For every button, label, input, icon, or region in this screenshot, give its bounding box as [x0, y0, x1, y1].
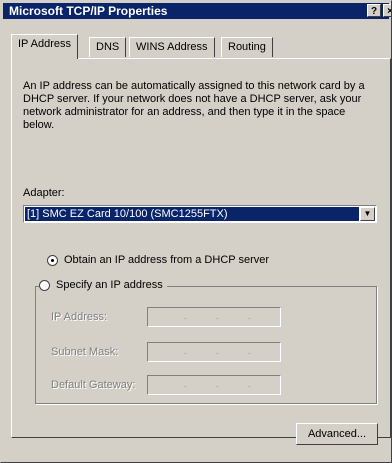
adapter-selected-value: [1] SMC EZ Card 10/100 (SMC1255FTX) [25, 207, 359, 221]
title-bar[interactable]: Microsoft TCP/IP Properties ? × [3, 3, 391, 19]
description-text: An IP address can be automatically assig… [23, 80, 365, 131]
advanced-button[interactable]: Advanced... [296, 423, 378, 445]
tab-routing[interactable]: Routing [221, 37, 273, 57]
help-icon: ? [370, 6, 378, 17]
tab-wins-address[interactable]: WINS Address [129, 37, 215, 57]
help-button[interactable]: ? [367, 4, 381, 17]
close-icon: × [387, 6, 391, 17]
subnet-mask-label: Subnet Mask: [51, 346, 119, 358]
ip-address-label: IP Address: [51, 311, 108, 323]
chevron-down-icon: ▼ [363, 209, 372, 218]
default-gateway-field[interactable]: ... [147, 375, 281, 395]
close-button[interactable]: × [383, 4, 391, 17]
ip-address-field[interactable]: ... [147, 307, 281, 327]
dropdown-button[interactable]: ▼ [360, 207, 375, 221]
radio-specify-ip[interactable]: Specify an IP address [39, 279, 167, 291]
adapter-label: Adapter: [23, 187, 65, 199]
adapter-dropdown[interactable]: [1] SMC EZ Card 10/100 (SMC1255FTX) ▼ [23, 205, 377, 223]
tcpip-properties-dialog: Microsoft TCP/IP Properties ? × IP Addre… [0, 0, 392, 463]
tab-dns[interactable]: DNS [89, 37, 127, 57]
default-gateway-label: Default Gateway: [51, 379, 136, 391]
tab-ip-address[interactable]: IP Address [11, 34, 78, 59]
radio-button-unselected[interactable] [39, 279, 50, 291]
radio-obtain-dhcp[interactable]: Obtain an IP address from a DHCP server [47, 254, 274, 266]
radio-specify-ip-label: Specify an IP address [56, 279, 163, 291]
subnet-mask-field[interactable]: ... [147, 342, 281, 362]
radio-button-selected[interactable] [47, 254, 58, 266]
radio-obtain-dhcp-label: Obtain an IP address from a DHCP server [64, 254, 270, 266]
window-title: Microsoft TCP/IP Properties [9, 4, 168, 18]
